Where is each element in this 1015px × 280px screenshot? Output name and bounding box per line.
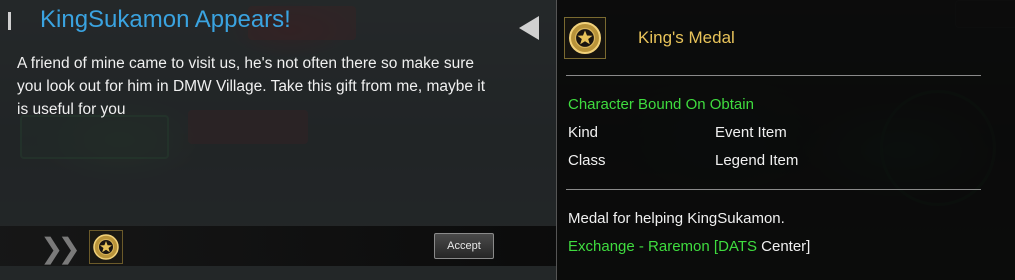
exchange-suffix: Center] <box>761 238 811 255</box>
quest-title: KingSukamon Appears! <box>40 6 291 33</box>
divider <box>566 189 981 190</box>
kind-value: Event Item <box>715 124 787 141</box>
back-arrow-icon[interactable] <box>519 16 539 40</box>
class-value: Legend Item <box>715 152 799 169</box>
reward-item-slot[interactable] <box>89 230 123 264</box>
bound-status: Character Bound On Obtain <box>568 96 754 113</box>
medal-icon <box>93 234 119 260</box>
item-icon-slot <box>564 17 606 59</box>
divider <box>566 75 981 76</box>
quest-dialog: KingSukamon Appears! A friend of mine ca… <box>0 0 557 280</box>
kind-label: Kind <box>568 124 599 141</box>
item-description: Medal for helping KingSukamon. <box>568 210 785 227</box>
quest-description: A friend of mine came to visit us, he's … <box>17 55 486 118</box>
double-chevron-icon: ❯❯ <box>40 232 81 265</box>
item-name: King's Medal <box>638 28 735 47</box>
exchange-info: Exchange - Raremon [DATS Center] <box>568 238 810 255</box>
medal-icon <box>569 22 601 54</box>
quest-footer: ❯❯ Accept <box>0 226 556 266</box>
accept-button[interactable]: Accept <box>434 233 494 259</box>
title-marker <box>8 12 11 30</box>
item-tooltip: King's Medal Character Bound On Obtain K… <box>557 0 1015 280</box>
exchange-prefix: Exchange - Raremon [DATS <box>568 238 757 255</box>
class-label: Class <box>568 152 606 169</box>
